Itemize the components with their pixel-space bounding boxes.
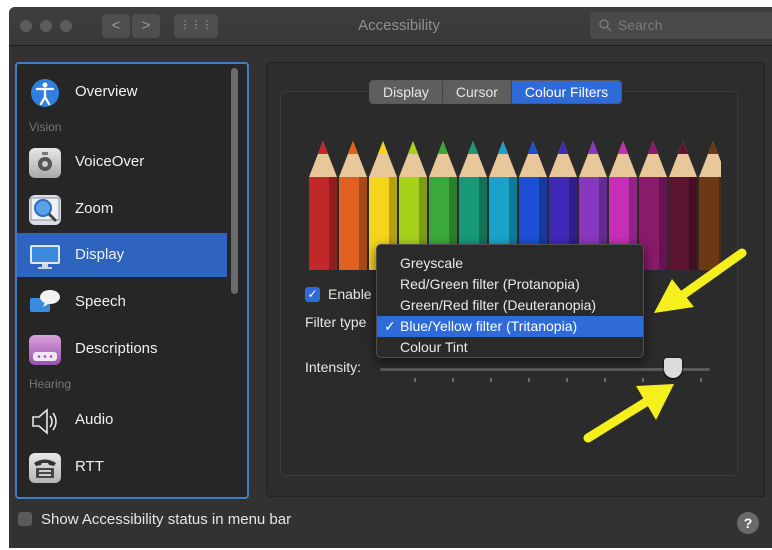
show-status-label: Show Accessibility status in menu bar (41, 511, 292, 528)
section-header-hearing: Hearing (29, 377, 72, 391)
close-window-button[interactable] (20, 20, 32, 32)
zoom-icon (29, 195, 61, 225)
descriptions-icon (29, 335, 61, 365)
yellow-arrow-icon (583, 384, 674, 443)
sidebar-item-label: Audio (75, 411, 114, 428)
back-button[interactable]: < (102, 14, 130, 38)
sidebar-item-speech[interactable]: Speech (17, 280, 227, 324)
filter-type-label: Filter type (305, 314, 367, 330)
help-button[interactable]: ? (737, 512, 759, 534)
search-icon (599, 19, 612, 32)
checkmark-icon: ✓ (384, 318, 396, 334)
sidebar-item-rtt[interactable]: RTT (17, 445, 227, 489)
search-placeholder: Search (618, 17, 663, 33)
sidebar-item-label: RTT (75, 458, 104, 475)
rtt-icon (29, 453, 61, 483)
enable-filters-label: Enable (328, 286, 372, 302)
menu-item-label: Green/Red filter (Deuteranopia) (400, 297, 597, 313)
yellow-arrow-icon (654, 248, 747, 313)
window-title: Accessibility (358, 17, 440, 34)
tab-bar: Display Cursor Colour Filters (369, 80, 623, 104)
enable-filters-checkbox[interactable]: ✓ (305, 287, 320, 302)
show-status-checkbox[interactable] (18, 512, 32, 526)
sidebar-item-label: Overview (75, 83, 138, 100)
menu-item-colour-tint[interactable]: Colour Tint (377, 337, 643, 358)
menu-item-label: Greyscale (400, 255, 464, 271)
sidebar-scrollbar[interactable] (231, 68, 238, 294)
filter-type-dropdown-menu[interactable]: Greyscale Red/Green filter (Protanopia) … (376, 244, 644, 358)
titlebar: < > ⋮⋮⋮ Accessibility Search (9, 7, 772, 46)
menu-item-deuteranopia[interactable]: Green/Red filter (Deuteranopia) (377, 295, 643, 316)
search-field[interactable]: Search (590, 12, 772, 39)
menu-item-label: Blue/Yellow filter (Tritanopia) (400, 318, 578, 334)
display-icon (29, 241, 61, 271)
slider-tick (566, 378, 568, 382)
intensity-slider-track[interactable] (380, 368, 710, 371)
sidebar-item-voiceover[interactable]: VoiceOver (17, 140, 227, 184)
slider-tick (700, 378, 702, 382)
menu-item-label: Red/Green filter (Protanopia) (400, 276, 580, 292)
intensity-label: Intensity: (305, 359, 362, 375)
menu-item-label: Colour Tint (400, 339, 468, 355)
sidebar-item-zoom[interactable]: Zoom (17, 187, 227, 231)
slider-tick (528, 378, 530, 382)
pencil (309, 141, 337, 270)
forward-button[interactable]: > (132, 14, 160, 38)
zoom-window-button[interactable] (60, 20, 72, 32)
sidebar-item-label: Descriptions (75, 340, 158, 357)
slider-tick (414, 378, 416, 382)
tab-colour-filters[interactable]: Colour Filters (511, 81, 622, 103)
menu-item-greyscale[interactable]: Greyscale (377, 253, 643, 274)
accessibility-icon (29, 78, 61, 108)
sidebar[interactable]: Overview Vision VoiceOver Zoom Display S… (15, 62, 249, 499)
menu-item-tritanopia[interactable]: ✓ Blue/Yellow filter (Tritanopia) (377, 316, 643, 337)
sidebar-item-display[interactable]: Display (17, 233, 227, 277)
sidebar-item-label: Speech (75, 293, 126, 310)
slider-tick (452, 378, 454, 382)
tab-cursor[interactable]: Cursor (442, 81, 512, 103)
audio-icon (29, 406, 61, 436)
sidebar-item-descriptions[interactable]: Descriptions (17, 327, 227, 371)
sidebar-item-label: VoiceOver (75, 153, 145, 170)
sidebar-item-audio[interactable]: Audio (17, 398, 227, 442)
sidebar-item-overview[interactable]: Overview (17, 70, 227, 114)
sidebar-item-label: Zoom (75, 200, 114, 217)
minimize-window-button[interactable] (40, 20, 52, 32)
tab-display[interactable]: Display (370, 81, 443, 103)
menu-item-protanopia[interactable]: Red/Green filter (Protanopia) (377, 274, 643, 295)
intensity-slider-knob[interactable] (664, 358, 682, 378)
speech-icon (29, 288, 61, 318)
voiceover-icon (29, 148, 61, 178)
section-header-vision: Vision (29, 120, 62, 134)
slider-tick (490, 378, 492, 382)
show-all-grid-button[interactable]: ⋮⋮⋮ (174, 14, 218, 38)
sidebar-item-label: Display (75, 246, 125, 263)
pencil (339, 141, 367, 270)
